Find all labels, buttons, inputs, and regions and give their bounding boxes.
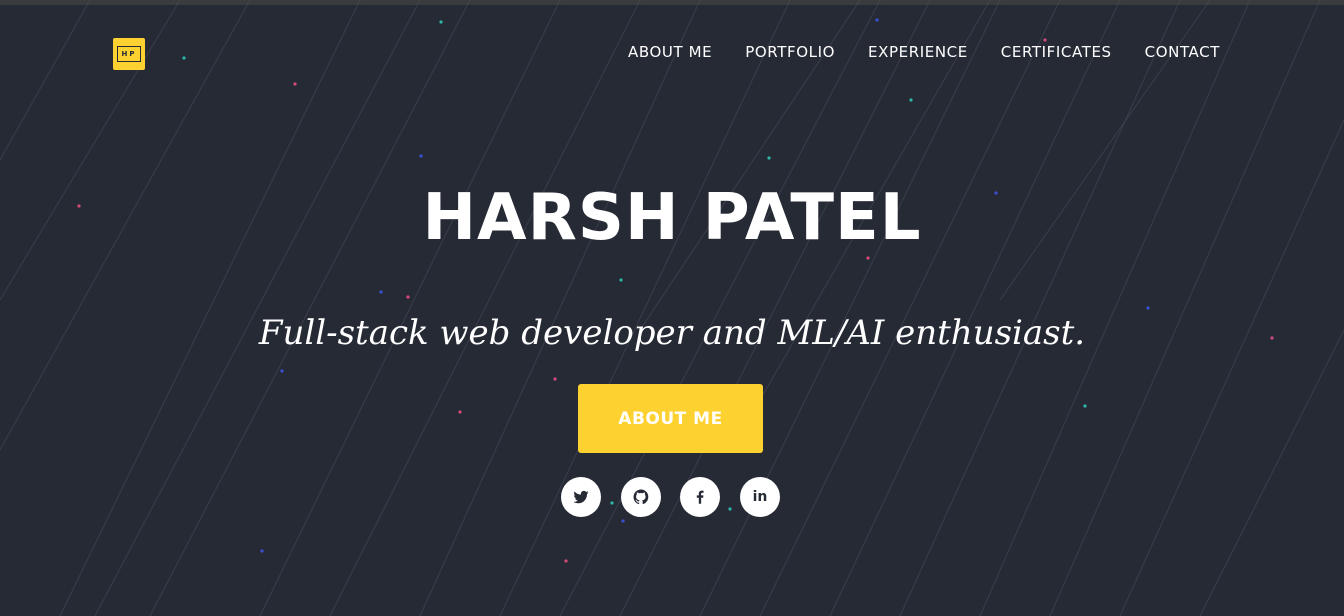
background-dot (553, 377, 557, 381)
github-link[interactable] (621, 477, 661, 517)
nav-about-me[interactable]: ABOUT ME (628, 42, 712, 62)
background-dot (621, 519, 625, 523)
background-dot (564, 559, 568, 563)
hero-subtitle: Full-stack web developer and ML/AI enthu… (258, 313, 1086, 353)
facebook-link[interactable] (680, 477, 720, 517)
background-dot (1083, 404, 1087, 408)
site-logo[interactable]: HP (113, 38, 145, 70)
background-dot (767, 156, 771, 160)
nav-contact[interactable]: CONTACT (1145, 42, 1220, 62)
hero-title: HARSH PATEL (422, 181, 922, 255)
background-streak (1199, 329, 1344, 616)
background-dot (182, 56, 186, 60)
background-dot (875, 18, 879, 22)
linkedin-icon: in (752, 489, 768, 505)
background-dot (610, 501, 614, 505)
background-streak (0, 0, 91, 161)
linkedin-link[interactable]: in (740, 477, 780, 517)
background-dot (458, 410, 462, 414)
nav-portfolio[interactable]: PORTFOLIO (745, 42, 835, 62)
logo-mark: HP (117, 46, 141, 62)
main-nav: ABOUT ME PORTFOLIO EXPERIENCE CERTIFICAT… (628, 42, 1220, 62)
background-dot (909, 98, 913, 102)
twitter-link[interactable] (561, 477, 601, 517)
twitter-icon (573, 490, 589, 504)
background-dot (260, 549, 264, 553)
background-dot (728, 507, 732, 511)
github-icon (633, 489, 649, 505)
background-dot (280, 369, 284, 373)
background-dot (379, 290, 383, 294)
background-dot (439, 20, 443, 24)
background-dot (406, 295, 410, 299)
about-me-button[interactable]: ABOUT ME (578, 384, 763, 453)
nav-certificates[interactable]: CERTIFICATES (1001, 42, 1112, 62)
background-dot (419, 154, 423, 158)
background-dot (619, 278, 623, 282)
nav-experience[interactable]: EXPERIENCE (868, 42, 968, 62)
background-dot (293, 82, 297, 86)
facebook-icon (696, 490, 704, 504)
